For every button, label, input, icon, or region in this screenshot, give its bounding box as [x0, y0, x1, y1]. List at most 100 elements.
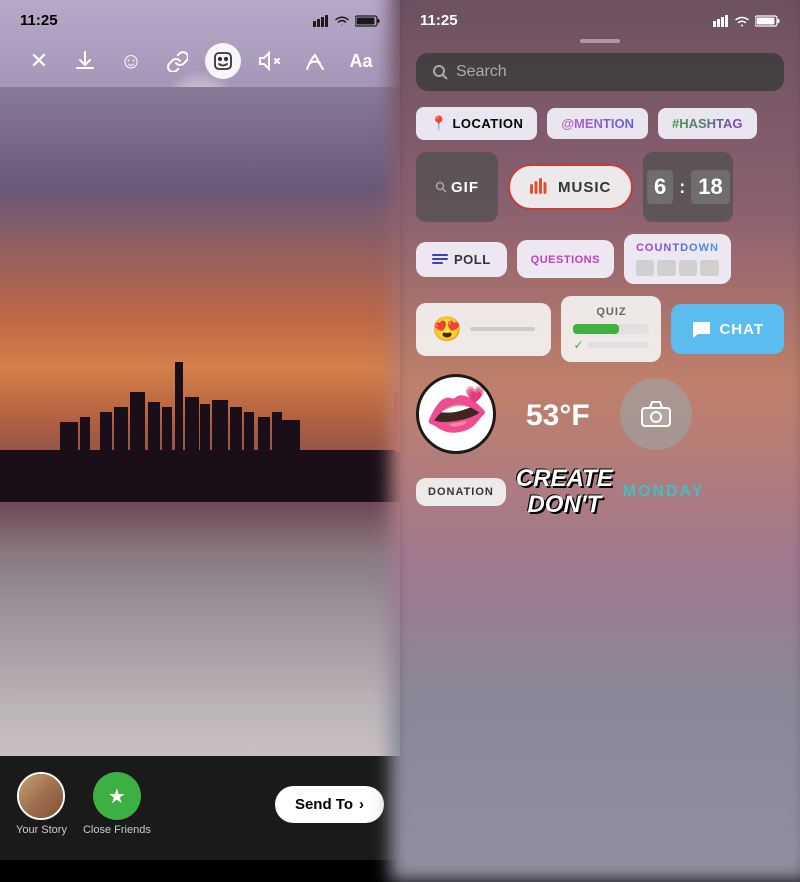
sticker-grid: 📍 LOCATION @MENTION #HASHTAG GIF [400, 107, 800, 860]
timer-digit2: 18 [691, 170, 729, 204]
mention-label: @MENTION [561, 116, 634, 131]
sticker-row-4: 😍 QUIZ ✓ CHAT [416, 296, 784, 362]
emoji-slider-sticker[interactable]: 😍 [416, 303, 551, 356]
camera-icon [640, 400, 672, 428]
timer-sticker[interactable]: 6 : 18 [643, 152, 733, 222]
sticker-row-1: 📍 LOCATION @MENTION #HASHTAG [416, 107, 784, 140]
chat-label: CHAT [719, 321, 764, 338]
hashtag-label: #HASHTAG [672, 116, 743, 131]
create-dont-sticker[interactable]: CREATEDON'T [516, 466, 613, 519]
emoji-icon: ☺ [120, 48, 142, 74]
search-placeholder: Search [456, 63, 507, 81]
battery-icon-left [355, 15, 380, 27]
your-story-option[interactable]: Your Story [16, 772, 67, 836]
send-to-button[interactable]: Send To › [275, 786, 384, 823]
quiz-check-icon: ✓ [573, 338, 583, 352]
close-friends-label: Close Friends [83, 824, 151, 836]
chat-sticker[interactable]: CHAT [671, 304, 784, 354]
gif-sticker[interactable]: GIF [416, 152, 498, 222]
music-sticker[interactable]: MUSIC [508, 164, 633, 210]
sticker-icon [213, 51, 233, 71]
donation-label: DONATION [428, 486, 494, 498]
location-label: LOCATION [452, 116, 523, 131]
wifi-icon-right [734, 15, 750, 27]
status-icons-left [313, 15, 380, 27]
countdown-bars [636, 260, 719, 276]
close-friends-button[interactable]: ★ [93, 772, 141, 820]
download-button[interactable] [67, 43, 103, 79]
city-skyline-svg [0, 362, 400, 502]
avatar-image [19, 774, 63, 818]
mute-button[interactable] [251, 43, 287, 79]
monday-label: MONDAY [623, 483, 705, 500]
status-bar-right: 11:25 [400, 0, 800, 35]
poll-icon [432, 252, 448, 266]
timer-digit1: 6 [647, 170, 673, 204]
draw-icon [304, 50, 326, 72]
animated-sticker[interactable]: 👄 💗 [416, 374, 496, 454]
quiz-answer-bar [588, 342, 650, 348]
quiz-bar-fill [573, 324, 619, 334]
battery-icon-right [755, 15, 780, 27]
close-friends-option[interactable]: ★ Close Friends [83, 772, 151, 836]
status-bar-left: 11:25 [0, 0, 400, 35]
quiz-sticker[interactable]: QUIZ ✓ [561, 296, 661, 362]
send-arrow-icon: › [359, 796, 364, 813]
countdown-sticker[interactable]: COUNTDOWN [624, 234, 731, 284]
create-dont-label: CREATEDON'T [516, 465, 613, 518]
timer-colon: : [679, 177, 685, 198]
questions-label: QUESTIONS [531, 254, 600, 266]
download-icon [74, 50, 96, 72]
send-to-label: Send To [295, 796, 353, 813]
poll-sticker[interactable]: POLL [416, 242, 507, 277]
sticker-button[interactable] [205, 43, 241, 79]
chat-bubble-icon [691, 320, 711, 338]
hashtag-sticker[interactable]: #HASHTAG [658, 108, 757, 139]
time-right: 11:25 [420, 12, 458, 29]
text-button[interactable]: Aa [343, 43, 379, 79]
sticker-row-6: DONATION CREATEDON'T MONDAY [416, 466, 784, 519]
mention-sticker[interactable]: @MENTION [547, 108, 648, 139]
sticker-row-5: 👄 💗 53°F [416, 374, 784, 454]
link-icon [166, 50, 188, 72]
right-panel: 11:25 Search 📍 LOCATION @MENTI [400, 0, 800, 860]
questions-sticker[interactable]: QUESTIONS [517, 240, 614, 278]
top-toolbar: ✕ ☺ Aa [0, 35, 400, 87]
location-pin-icon: 📍 [430, 115, 447, 132]
emoji-button[interactable]: ☺ [113, 43, 149, 79]
music-label: MUSIC [558, 179, 611, 196]
status-icons-right [713, 15, 780, 27]
search-bar[interactable]: Search [416, 53, 784, 91]
heart-emoji-icon: 💗 [465, 385, 485, 405]
mute-icon [258, 50, 280, 72]
temperature-sticker[interactable]: 53°F [506, 386, 610, 443]
wifi-icon-left [334, 15, 350, 27]
link-button[interactable] [159, 43, 195, 79]
camera-sticker[interactable] [620, 378, 692, 450]
search-small-icon [435, 181, 447, 193]
quiz-title: QUIZ [573, 306, 649, 318]
temperature-value: 53°F [526, 399, 590, 432]
drag-handle [580, 39, 620, 43]
draw-button[interactable] [297, 43, 333, 79]
star-icon: ★ [108, 784, 126, 809]
sticker-row-3: POLL QUESTIONS COUNTDOWN [416, 234, 784, 284]
countdown-bar-3 [679, 260, 697, 276]
monday-sticker[interactable]: MONDAY [623, 483, 705, 501]
slider-emoji: 😍 [432, 315, 462, 344]
search-icon [432, 64, 448, 80]
countdown-title: COUNTDOWN [636, 242, 719, 254]
poll-label: POLL [454, 252, 491, 267]
countdown-bar-2 [657, 260, 675, 276]
close-button[interactable]: ✕ [21, 43, 57, 79]
time-left: 11:25 [20, 12, 58, 29]
story-image-area [0, 87, 400, 756]
slider-track [470, 327, 536, 331]
left-panel: 11:25 ✕ ☺ Aa [0, 0, 400, 860]
gif-label: GIF [451, 179, 479, 196]
donation-sticker[interactable]: DONATION [416, 478, 506, 506]
bottom-bar: Your Story ★ Close Friends Send To › [0, 756, 400, 860]
location-sticker[interactable]: 📍 LOCATION [416, 107, 537, 140]
water-ripples [0, 683, 400, 723]
your-story-label: Your Story [16, 824, 67, 836]
